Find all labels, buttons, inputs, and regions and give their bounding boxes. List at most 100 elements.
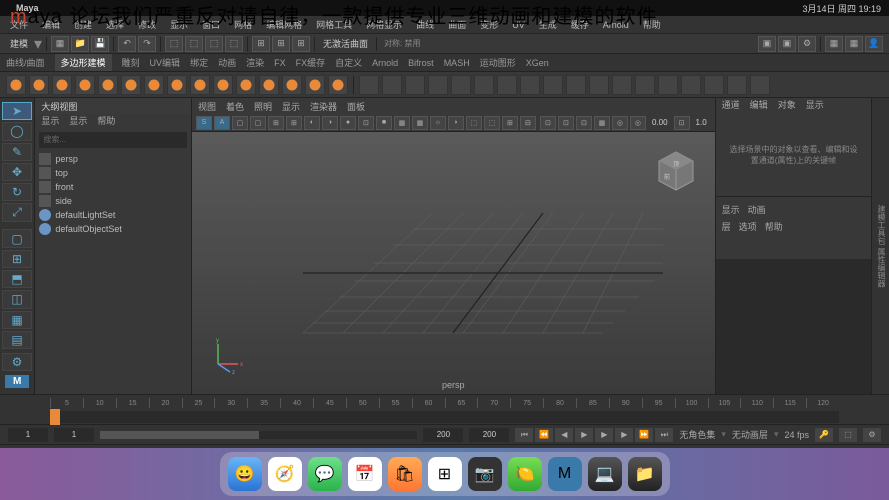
range-start[interactable]: 1 <box>8 428 48 442</box>
shelf-platonic-icon[interactable] <box>167 75 187 95</box>
range-end[interactable]: 200 <box>423 428 463 442</box>
vp-menu-item[interactable]: 着色 <box>226 100 244 113</box>
range-start2[interactable]: 1 <box>54 428 94 442</box>
vp-cam-icon[interactable]: A <box>214 116 230 130</box>
vp-btn[interactable]: ▦ <box>594 116 610 130</box>
shelf-tool-icon[interactable] <box>727 75 747 95</box>
shelf-tab[interactable]: 自定义 <box>335 56 362 69</box>
shelf-tab[interactable]: 渲染 <box>246 56 264 69</box>
dock-app-icon[interactable]: 💬 <box>308 457 342 491</box>
step-back-button[interactable]: ⏪ <box>535 428 553 442</box>
symmetry-label[interactable]: 对称: 禁用 <box>381 38 423 49</box>
shelf-tool-icon[interactable] <box>704 75 724 95</box>
shelf-cone-icon[interactable] <box>75 75 95 95</box>
shelf-super-icon[interactable] <box>328 75 348 95</box>
redo-button[interactable]: ↷ <box>138 36 156 52</box>
vp-menu-item[interactable]: 面板 <box>347 100 365 113</box>
key-button[interactable]: 🔑 <box>815 428 833 442</box>
shelf-tab[interactable]: 运动图形 <box>480 56 516 69</box>
prev-frame-button[interactable]: ◀ <box>555 428 573 442</box>
dock-app-icon[interactable]: 🛍 <box>388 457 422 491</box>
shelf-tab[interactable]: FX <box>274 58 286 68</box>
channel-tab[interactable]: 编辑 <box>750 98 768 114</box>
no-anim-label[interactable]: 无动画层 <box>732 428 768 441</box>
outliner-item[interactable]: defaultObjectSet <box>39 222 187 236</box>
vp-select-icon[interactable]: S <box>196 116 212 130</box>
shelf-torus-icon[interactable] <box>98 75 118 95</box>
shelf-tab[interactable]: MASH <box>444 58 470 68</box>
shelf-tool-icon[interactable] <box>635 75 655 95</box>
vp-light-icon[interactable]: ☼ <box>430 116 446 130</box>
shelf-tool-icon[interactable] <box>382 75 402 95</box>
play-button[interactable]: ▶ <box>595 428 613 442</box>
dock-app-icon[interactable]: 📁 <box>628 457 662 491</box>
shelf-tab[interactable]: XGen <box>526 58 549 68</box>
shelf-tool-icon[interactable] <box>612 75 632 95</box>
fps-label[interactable]: 24 fps <box>784 430 809 440</box>
shelf-tool-icon[interactable] <box>405 75 425 95</box>
vp-menu-item[interactable]: 渲染器 <box>310 100 337 113</box>
shelf-tool-icon[interactable] <box>589 75 609 95</box>
dock-app-icon[interactable]: 😀 <box>228 457 262 491</box>
shelf-tab[interactable]: 绑定 <box>190 56 208 69</box>
panel-button-2[interactable]: ▦ <box>845 36 863 52</box>
outliner-item[interactable]: persp <box>39 152 187 166</box>
autokey-button[interactable]: ⬚ <box>839 428 857 442</box>
shelf-tool-icon[interactable] <box>750 75 770 95</box>
channel-tab[interactable]: 通道 <box>722 98 740 114</box>
acct-button[interactable]: 👤 <box>865 36 883 52</box>
shelf-disc-icon[interactable] <box>144 75 164 95</box>
range-slider-bar[interactable] <box>100 431 417 439</box>
dock-app-icon[interactable]: 📅 <box>348 457 382 491</box>
outliner-item[interactable]: front <box>39 180 187 194</box>
layer-menu[interactable]: 帮助 <box>765 220 783 233</box>
workspace-dropdown[interactable]: 建模 <box>6 37 32 50</box>
vp-btn[interactable]: ◎ <box>630 116 646 130</box>
render-settings-button[interactable]: ⚙ <box>798 36 816 52</box>
shelf-tool-icon[interactable] <box>474 75 494 95</box>
layer-menu[interactable]: 层 <box>722 220 731 233</box>
settings-icon[interactable]: ⚙ <box>2 353 32 371</box>
vp-btn[interactable]: ⊞ <box>286 116 302 130</box>
vp-wireframe-icon[interactable]: ⊡ <box>358 116 374 130</box>
vp-btn[interactable]: ◐ <box>304 116 320 130</box>
move-tool[interactable]: ✥ <box>2 163 32 181</box>
layer-editor[interactable] <box>716 259 872 394</box>
vp-btn[interactable]: ▦ <box>394 116 410 130</box>
vp-btn[interactable]: ⊡ <box>674 116 690 130</box>
shelf-tab[interactable]: 雕刻 <box>122 56 140 69</box>
outliner-search[interactable]: 搜索... <box>39 132 187 148</box>
vp-btn[interactable]: ▦ <box>412 116 428 130</box>
shelf-text-icon[interactable] <box>282 75 302 95</box>
lasso-tool[interactable]: ◯ <box>2 122 32 140</box>
viewport-canvas[interactable]: 顶 前 x y z persp <box>192 132 715 394</box>
shelf-tool-icon[interactable] <box>658 75 678 95</box>
dock-app-icon[interactable]: M <box>548 457 582 491</box>
shelf-tab[interactable]: Bifrost <box>408 58 434 68</box>
render-button[interactable]: ▣ <box>758 36 776 52</box>
shelf-sphere-icon[interactable] <box>6 75 26 95</box>
vp-btn[interactable]: ⊞ <box>502 116 518 130</box>
layer-menu[interactable]: 选项 <box>739 220 757 233</box>
layer-tab[interactable]: 显示 <box>722 203 740 216</box>
shelf-helix-icon[interactable] <box>236 75 256 95</box>
layout-two-h[interactable]: ⬒ <box>2 270 32 288</box>
rotate-tool[interactable]: ↻ <box>2 183 32 201</box>
vp-btn[interactable]: ⊞ <box>268 116 284 130</box>
vp-btn[interactable]: ⊡ <box>576 116 592 130</box>
play-back-button[interactable]: ▶ <box>575 428 593 442</box>
shelf-tool-icon[interactable] <box>428 75 448 95</box>
sel-face-button[interactable]: ⬚ <box>205 36 223 52</box>
no-char-label[interactable]: 无角色集 <box>679 428 715 441</box>
snap-grid-button[interactable]: ⊞ <box>252 36 270 52</box>
vp-shaded-icon[interactable]: ■ <box>376 116 392 130</box>
shelf-tab[interactable]: Arnold <box>372 58 398 68</box>
shelf-cube-icon[interactable] <box>29 75 49 95</box>
shelf-svg-icon[interactable] <box>305 75 325 95</box>
shelf-tab[interactable]: 曲线/曲面 <box>6 56 45 69</box>
vp-btn[interactable]: ⊡ <box>540 116 556 130</box>
vp-menu-item[interactable]: 视图 <box>198 100 216 113</box>
outliner-item[interactable]: defaultLightSet <box>39 208 187 222</box>
scale-tool[interactable]: ⤢ <box>2 203 32 221</box>
shelf-tool-icon[interactable] <box>497 75 517 95</box>
